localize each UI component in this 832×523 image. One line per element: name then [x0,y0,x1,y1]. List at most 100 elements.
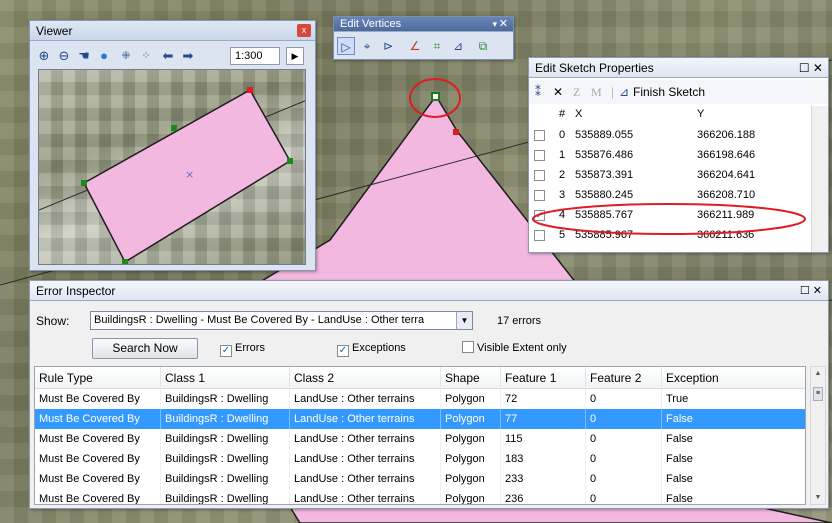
fixed-zoom-out-icon[interactable]: ⁘ [138,48,154,64]
vertex-x: 535885.767 [575,209,634,221]
finish-sketch-icon[interactable]: ⊿ [449,37,467,55]
pan-hand-icon[interactable]: ☚ [76,48,92,64]
cell-feature-2: 0 [586,449,662,469]
cell-class-1: BuildingsR : Dwelling [161,389,290,409]
errors-label: Errors [235,342,265,354]
sketch-tools-icon[interactable]: ⁑ [535,83,541,101]
col-feature-1[interactable]: Feature 1 [501,367,586,389]
table-row[interactable]: Must Be Covered By BuildingsR : Dwelling… [35,469,805,489]
vertex-row[interactable]: 3 535880.245 366208.710 [529,187,799,204]
col-shape[interactable]: Shape [441,367,501,389]
cell-exception: False [662,469,805,489]
cell-feature-2: 0 [586,469,662,489]
zoom-in-icon[interactable]: ⊕ [36,48,52,64]
col-class-1[interactable]: Class 1 [161,367,290,389]
exceptions-checkbox[interactable]: ✓ Exceptions [337,341,406,357]
vertex-y: 366211.989 [697,209,755,221]
forward-arrow-icon[interactable]: ➡ [180,48,196,64]
cell-class-2: LandUse : Other terrains [290,389,441,409]
zoom-out-icon[interactable]: ⊖ [56,48,72,64]
cell-class-1: BuildingsR : Dwelling [161,429,290,449]
table-row-selected[interactable]: Must Be Covered By BuildingsR : Dwelling… [35,409,805,429]
col-class-2[interactable]: Class 2 [290,367,441,389]
cell-feature-2: 0 [586,429,662,449]
viewer-toolbar: ⊕ ⊖ ☚ ● ⁜ ⁘ ⬅ ➡ 1:300 ▶ [34,45,311,67]
cell-class-2: LandUse : Other terrains [290,489,441,504]
vertex-y: 366206.188 [697,129,756,141]
viewer-close-button[interactable]: x [297,24,311,37]
sketch-window-buttons[interactable]: ☐ ✕ [799,58,823,78]
show-dropdown-value: BuildingsR : Dwelling - Must Be Covered … [94,314,425,326]
edit-vertices-titlebar[interactable]: Edit Vertices ▾ ✕ [334,17,513,32]
errors-checkbox[interactable]: ✓ Errors [220,341,265,357]
modify-sketch-icon[interactable]: ⌖ [358,37,376,55]
table-row[interactable]: Must Be Covered By BuildingsR : Dwelling… [35,389,805,409]
select-arrow-icon[interactable]: ▷ [337,37,355,55]
finish-sketch-button[interactable]: Finish Sketch [633,83,705,101]
checkbox-checked-icon: ✓ [220,345,232,357]
cell-class-1: BuildingsR : Dwelling [161,489,290,504]
scale-input[interactable]: 1:300 [230,47,280,65]
vertex-checkbox[interactable] [534,230,545,241]
cell-feature-2: 0 [586,409,662,429]
vertex-table-scrollbar[interactable] [811,106,828,252]
errors-table-scrollbar[interactable]: ▲ ≡ ▼ [810,366,826,505]
vertex-row[interactable]: 2 535873.391 366204.641 [529,167,799,184]
viewer-window[interactable]: Viewer x ⊕ ⊖ ☚ ● ⁜ ⁘ ⬅ ➡ 1:300 ▶ × [29,20,316,271]
col-feature-2[interactable]: Feature 2 [586,367,662,389]
vertex-checkbox[interactable] [534,150,545,161]
show-dropdown[interactable]: BuildingsR : Dwelling - Must Be Covered … [90,311,473,330]
cell-class-1: BuildingsR : Dwelling [161,469,290,489]
viewer-titlebar[interactable]: Viewer x [30,21,315,41]
vertex-index: 2 [559,169,566,181]
table-row[interactable]: Must Be Covered By BuildingsR : Dwelling… [35,429,805,449]
cell-feature-1: 72 [501,389,586,409]
chevron-down-icon[interactable]: ▼ [456,312,472,329]
reshape-icon[interactable]: ∠ [406,37,424,55]
edit-vertices-menu-button[interactable]: ▾ [492,17,497,32]
svg-text:×: × [185,168,194,181]
m-button[interactable]: M [591,83,602,101]
scroll-down-icon[interactable]: ▼ [811,494,825,501]
error-inspector-titlebar[interactable]: Error Inspector ☐ ✕ [30,281,828,301]
continue-icon[interactable]: ⌗ [428,37,446,55]
col-y: Y [697,108,705,120]
vertex-row[interactable]: 5 535885.967 366211.636 [529,227,799,244]
visible-extent-checkbox[interactable]: Visible Extent only [462,341,567,355]
vertex-checkbox-checked[interactable]: ✓ [534,210,545,221]
vertex-row[interactable]: 0 535889.055 366206.188 [529,127,799,144]
properties-icon[interactable]: ⧉ [474,37,492,55]
vertex-checkbox[interactable] [534,190,545,201]
vertex-row-selected[interactable]: ✓ 4 535885.767 366211.989 [529,207,799,224]
delete-vertex-button[interactable]: ✕ [553,83,563,101]
table-row[interactable]: Must Be Covered By BuildingsR : Dwelling… [35,449,805,469]
edit-vertices-toolbar[interactable]: Edit Vertices ▾ ✕ ▷ ⌖ ⊳ ∠ ⌗ ⊿ ⧉ [333,16,514,60]
viewer-title: Viewer [36,24,73,38]
insert-vertex-icon[interactable]: ⊳ [379,37,397,55]
edit-vertices-close-button[interactable]: ✕ [499,17,508,32]
sketch-titlebar[interactable]: Edit Sketch Properties ☐ ✕ [529,58,828,78]
fixed-zoom-in-icon[interactable]: ⁜ [118,48,134,64]
cell-rule-type: Must Be Covered By [35,489,161,504]
viewer-map[interactable]: × [38,69,306,265]
vertex-y: 366204.641 [697,169,756,181]
scroll-up-icon[interactable]: ▲ [811,370,825,377]
errors-table-header: Rule Type Class 1 Class 2 Shape Feature … [35,367,805,389]
search-now-button[interactable]: Search Now [92,338,198,359]
scale-dropdown-button[interactable]: ▶ [286,47,304,65]
col-exception[interactable]: Exception [662,367,805,389]
cell-rule-type: Must Be Covered By [35,449,161,469]
table-row[interactable]: Must Be Covered By BuildingsR : Dwelling… [35,489,805,504]
z-button[interactable]: Z [573,83,580,101]
edit-sketch-properties-window[interactable]: Edit Sketch Properties ☐ ✕ ⁑ ✕ Z M | ⊿ F… [528,57,829,253]
error-inspector-window[interactable]: Error Inspector ☐ ✕ Show: BuildingsR : D… [29,280,829,509]
vertex-row[interactable]: 1 535876.486 366198.646 [529,147,799,164]
vertex-checkbox[interactable] [534,170,545,181]
back-arrow-icon[interactable]: ⬅ [160,48,176,64]
globe-icon[interactable]: ● [96,48,112,64]
error-inspector-window-buttons[interactable]: ☐ ✕ [800,281,822,301]
cell-exception: True [662,389,805,409]
col-rule-type[interactable]: Rule Type [35,367,161,389]
vertex-checkbox[interactable] [534,130,545,141]
scroll-thumb[interactable]: ≡ [813,387,823,401]
